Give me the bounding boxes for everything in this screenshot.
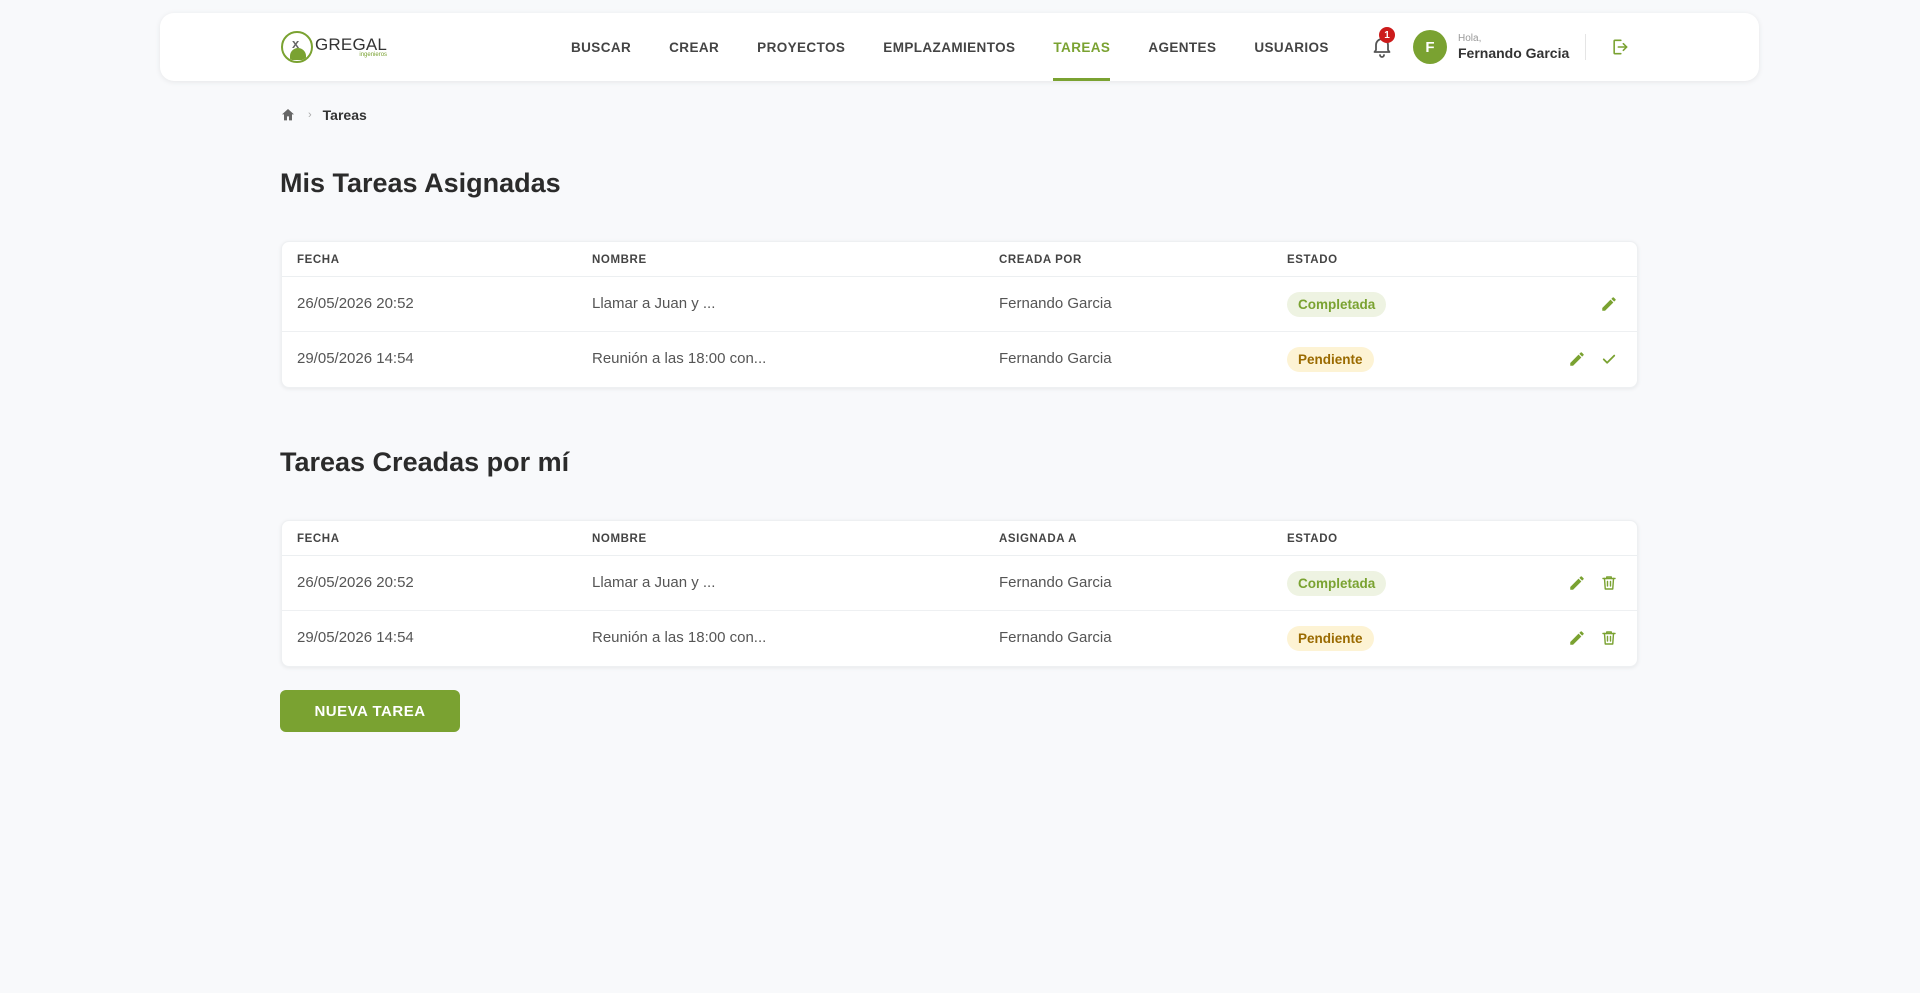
table-row: 26/05/2026 20:52 Llamar a Juan y ... Fer… [282, 277, 1637, 332]
chevron-right-icon: › [308, 109, 312, 121]
edit-icon[interactable] [1568, 350, 1586, 368]
nav-crear[interactable]: CREAR [669, 13, 719, 81]
table-header: FECHA NOMBRE ASIGNADA A ESTADO [282, 521, 1637, 556]
created-tasks-title: Tareas Creadas por mí [280, 447, 570, 477]
column-header-fecha: FECHA [297, 254, 340, 266]
column-header-asignada-a: ASIGNADA A [999, 533, 1077, 545]
edit-icon[interactable] [1600, 295, 1618, 313]
nav-tareas[interactable]: TAREAS [1053, 13, 1111, 81]
avatar[interactable]: F [1413, 30, 1447, 64]
breadcrumb: › Tareas [280, 106, 367, 124]
user-name: Fernando Garcia [1458, 45, 1570, 61]
created-tasks-table: FECHA NOMBRE ASIGNADA A ESTADO 26/05/202… [281, 520, 1638, 667]
status-badge: Completada [1287, 571, 1387, 596]
table-row: 29/05/2026 14:54 Reunión a las 18:00 con… [282, 332, 1637, 387]
status-badge: Pendiente [1287, 626, 1374, 651]
nav-usuarios[interactable]: USUARIOS [1254, 13, 1328, 81]
cell-fecha: 26/05/2026 20:52 [297, 295, 414, 312]
column-header-nombre: NOMBRE [592, 254, 647, 266]
gregal-logo[interactable]: x GREGAL ingenieros [281, 31, 387, 63]
cell-fecha: 26/05/2026 20:52 [297, 574, 414, 591]
cell-nombre: Llamar a Juan y ... [592, 295, 716, 312]
cell-asignada-a: Fernando Garcia [999, 574, 1112, 591]
status-badge: Completada [1287, 292, 1387, 317]
top-navbar: x GREGAL ingenieros BUSCAR CREAR PROYECT… [160, 13, 1759, 81]
column-header-estado: ESTADO [1287, 254, 1338, 266]
notification-badge: 1 [1379, 27, 1395, 43]
nav-emplazamientos[interactable]: EMPLAZAMIENTOS [883, 13, 1015, 81]
greeting-text: Hola, [1458, 33, 1482, 44]
cell-nombre: Llamar a Juan y ... [592, 574, 716, 591]
trash-icon[interactable] [1600, 629, 1618, 647]
column-header-nombre: NOMBRE [592, 533, 647, 545]
cell-creada-por: Fernando Garcia [999, 350, 1112, 367]
table-row: 26/05/2026 20:52 Llamar a Juan y ... Fer… [282, 556, 1637, 611]
nav-agentes[interactable]: AGENTES [1148, 13, 1216, 81]
cell-fecha: 29/05/2026 14:54 [297, 629, 414, 646]
home-icon[interactable] [280, 107, 296, 123]
table-header: FECHA NOMBRE CREADA POR ESTADO [282, 242, 1637, 277]
cell-fecha: 29/05/2026 14:54 [297, 350, 414, 367]
column-header-fecha: FECHA [297, 533, 340, 545]
cell-nombre: Reunión a las 18:00 con... [592, 350, 767, 367]
logout-icon[interactable] [1610, 37, 1630, 57]
logo-mark-icon: x [281, 31, 313, 63]
cell-asignada-a: Fernando Garcia [999, 629, 1112, 646]
column-header-creada-por: CREADA POR [999, 254, 1082, 266]
assigned-tasks-title: Mis Tareas Asignadas [280, 168, 561, 198]
status-badge: Pendiente [1287, 347, 1374, 372]
cell-nombre: Reunión a las 18:00 con... [592, 629, 767, 646]
assigned-tasks-table: FECHA NOMBRE CREADA POR ESTADO 26/05/202… [281, 241, 1638, 388]
trash-icon[interactable] [1600, 574, 1618, 592]
logo-name: GREGAL [315, 35, 388, 54]
nav-buscar[interactable]: BUSCAR [571, 13, 631, 81]
check-icon[interactable] [1600, 350, 1618, 368]
main-nav: BUSCAR CREAR PROYECTOS EMPLAZAMIENTOS TA… [571, 13, 1367, 81]
edit-icon[interactable] [1568, 574, 1586, 592]
column-header-estado: ESTADO [1287, 533, 1338, 545]
table-row: 29/05/2026 14:54 Reunión a las 18:00 con… [282, 611, 1637, 666]
edit-icon[interactable] [1568, 629, 1586, 647]
header-divider [1585, 34, 1586, 60]
breadcrumb-current: Tareas [322, 107, 367, 123]
nav-proyectos[interactable]: PROYECTOS [757, 13, 845, 81]
new-task-button[interactable]: NUEVA TAREA [280, 690, 460, 732]
cell-creada-por: Fernando Garcia [999, 295, 1112, 312]
